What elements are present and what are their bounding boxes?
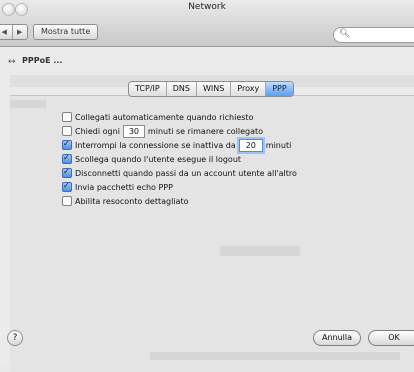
cancel-button[interactable]: Annulla bbox=[313, 330, 361, 346]
help-button[interactable]: ? bbox=[7, 330, 23, 346]
tab-ppp[interactable]: PPP bbox=[266, 82, 293, 96]
background-ghost bbox=[220, 246, 300, 256]
network-preferences-pane: ↔ PPPoE ... TCP/IP DNS WINS Proxy PPP Co… bbox=[0, 47, 414, 372]
option-send-echo[interactable]: Invia pacchetti echo PPP bbox=[62, 181, 173, 193]
verbose-log-checkbox[interactable] bbox=[62, 196, 72, 206]
forward-arrow-icon[interactable]: ▶ bbox=[11, 25, 28, 39]
service-title: PPPoE ... bbox=[22, 56, 63, 65]
ask-every-minutes-field[interactable]: 30 bbox=[122, 124, 145, 138]
auto-connect-label: Collegati automaticamente quando richies… bbox=[75, 112, 254, 122]
send-echo-label: Invia pacchetti echo PPP bbox=[75, 182, 173, 192]
background-ghost bbox=[150, 352, 400, 360]
search-field[interactable]: 🔍︎ bbox=[333, 27, 414, 43]
background-ghost bbox=[10, 100, 46, 108]
settings-tabs: TCP/IP DNS WINS Proxy PPP bbox=[128, 81, 294, 97]
option-logout-disconnect[interactable]: Scollega quando l'utente esegue il logou… bbox=[62, 153, 241, 165]
option-user-switch-disconnect[interactable]: Disconnetti quando passi da un account u… bbox=[62, 167, 297, 179]
verbose-log-label: Abilita resoconto dettagliato bbox=[75, 196, 189, 206]
back-arrow-icon[interactable]: ◀ bbox=[0, 25, 12, 39]
logout-disconnect-label: Scollega quando l'utente esegue il logou… bbox=[75, 154, 242, 164]
send-echo-checkbox[interactable] bbox=[62, 181, 72, 192]
user-switch-disconnect-checkbox[interactable] bbox=[62, 167, 72, 178]
idle-minutes-field[interactable]: 20 bbox=[238, 138, 263, 152]
tab-proxy[interactable]: Proxy bbox=[231, 82, 267, 96]
idle-disconnect-checkbox[interactable] bbox=[62, 139, 72, 150]
option-verbose-log[interactable]: Abilita resoconto dettagliato bbox=[62, 195, 188, 207]
ask-every-label-after: minuti se rimanere collegato bbox=[147, 126, 264, 136]
idle-disconnect-label-before: Interrompi la connessione se inattiva da bbox=[75, 140, 236, 150]
auto-connect-checkbox[interactable] bbox=[62, 112, 72, 122]
ask-every-checkbox[interactable] bbox=[62, 126, 72, 136]
logout-disconnect-checkbox[interactable] bbox=[62, 153, 72, 164]
show-all-button[interactable]: Mostra tutte bbox=[33, 24, 99, 40]
tab-tcpip[interactable]: TCP/IP bbox=[129, 82, 167, 96]
tab-wins[interactable]: WINS bbox=[197, 82, 232, 96]
option-auto-connect[interactable]: Collegati automaticamente quando richies… bbox=[62, 111, 253, 123]
back-to-locations-icon[interactable]: ↔ bbox=[8, 57, 16, 67]
search-icon: 🔍︎ bbox=[339, 29, 351, 39]
user-switch-disconnect-label: Disconnetti quando passi da un account u… bbox=[75, 168, 297, 178]
tab-dns[interactable]: DNS bbox=[167, 82, 197, 96]
window-titlebar: Network ◀ ▶ Mostra tutte 🔍︎ bbox=[0, 0, 414, 47]
ok-button[interactable]: OK bbox=[368, 330, 414, 346]
option-idle-disconnect[interactable]: Interrompi la connessione se inattiva da… bbox=[62, 138, 292, 152]
idle-disconnect-label-after: minuti bbox=[265, 140, 292, 150]
back-forward-control: ◀ ▶ bbox=[0, 24, 28, 40]
option-ask-every[interactable]: Chiedi ogni 30 minuti se rimanere colleg… bbox=[62, 124, 264, 138]
window-title: Network bbox=[188, 2, 226, 12]
ask-every-label-before: Chiedi ogni bbox=[75, 126, 120, 136]
